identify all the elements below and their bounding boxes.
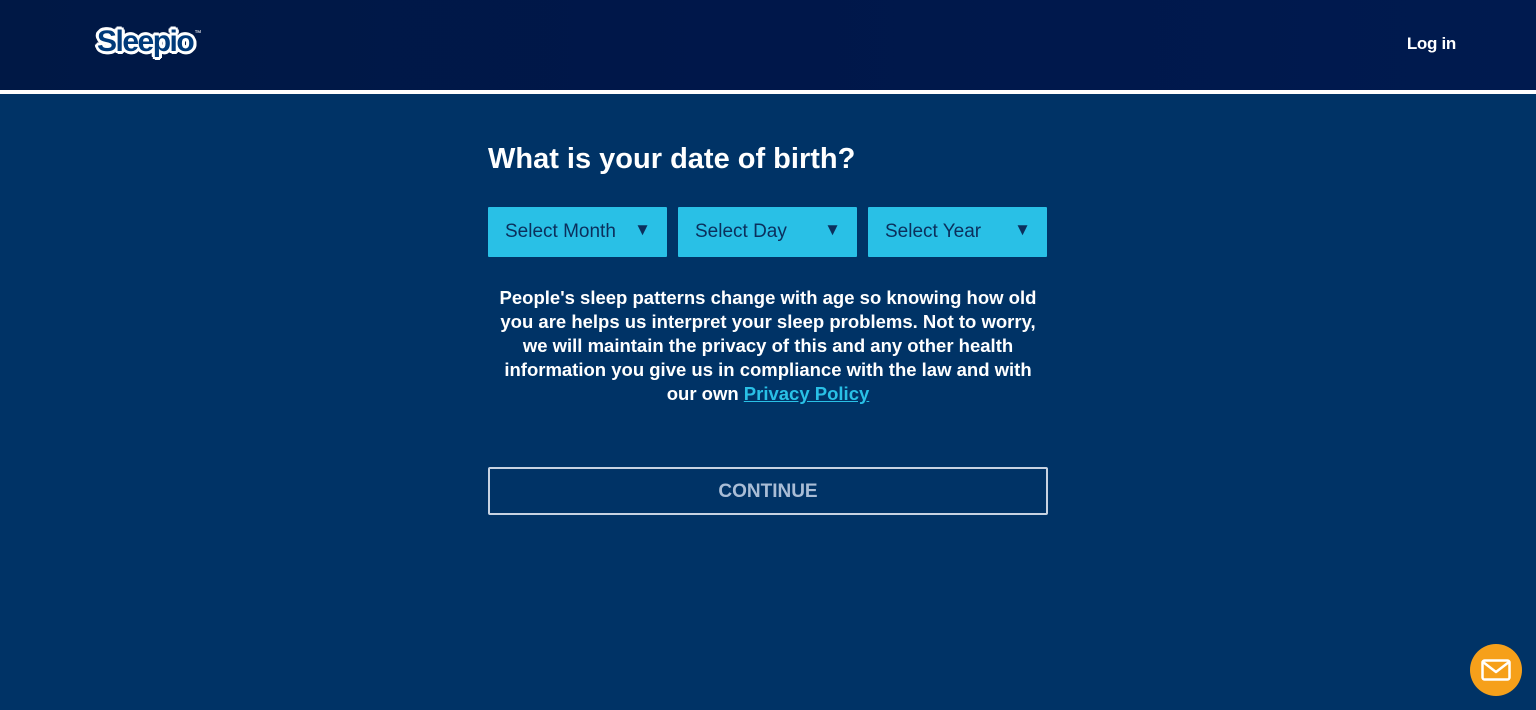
login-link[interactable]: Log in [1407,34,1456,54]
dropdown-arrow-icon: ▼ [634,220,651,239]
chat-button[interactable] [1470,644,1522,696]
select-day-dropdown[interactable]: Select Day ▼ [678,207,857,257]
logo-text: Sleepio [97,25,195,58]
dropdown-arrow-icon: ▼ [1014,220,1031,239]
page-title: What is your date of birth? [488,143,856,175]
mail-icon [1481,659,1511,681]
select-month-label: Select Month [505,221,616,242]
logo-trademark: ™ [194,30,202,37]
dob-form: What is your date of birth? Select Month… [488,140,1048,515]
date-selects: Select Month ▼ Select Day ▼ Select Year … [488,207,1048,257]
privacy-policy-link[interactable]: Privacy Policy [744,383,869,404]
select-day-label: Select Day [695,221,787,242]
select-month-dropdown[interactable]: Select Month ▼ [488,207,667,257]
select-year-dropdown[interactable]: Select Year ▼ [868,207,1047,257]
sleepio-logo[interactable]: Sleepio ™ [97,24,201,64]
privacy-explanation: People's sleep patterns change with age … [488,286,1048,406]
dropdown-arrow-icon: ▼ [824,220,841,239]
continue-button[interactable]: CONTINUE [488,466,1048,515]
select-year-label: Select Year [885,221,982,242]
site-header: Sleepio ™ Log in [0,0,1536,94]
